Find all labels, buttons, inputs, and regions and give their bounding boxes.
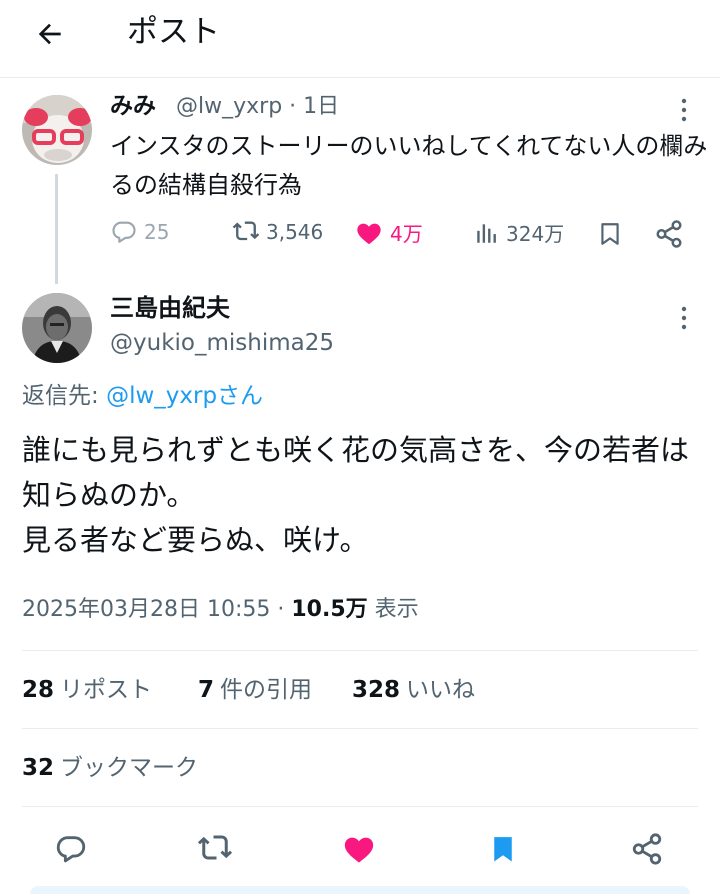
heart-filled-icon: [341, 832, 377, 866]
heart-filled-icon: [354, 219, 384, 247]
replying-to: 返信先: @lw_yxrpさん: [22, 378, 263, 414]
views-count: 10.5万: [291, 597, 368, 622]
more-options-button[interactable]: [674, 97, 694, 123]
share-icon: [630, 832, 664, 866]
tweet-text-line: 誰にも見られずとも咲く花の気高さを、今の若者は知らぬのか。: [22, 433, 690, 512]
avatar[interactable]: [22, 95, 92, 165]
bookmarks-count: 32: [22, 755, 55, 781]
replying-prefix: 返信先:: [22, 383, 107, 409]
tweet-meta: 2025年03月28日 10:55 · 10.5万 表示: [22, 592, 419, 628]
reply-composer-strip[interactable]: [30, 886, 690, 894]
likes-count: 328: [352, 677, 401, 703]
divider: [22, 806, 698, 807]
retweet-icon: [232, 218, 260, 246]
retweet-icon: [197, 831, 233, 867]
thread-line: [55, 174, 58, 284]
reply-icon: [110, 218, 138, 246]
likes-label: いいね: [406, 677, 476, 703]
bookmark-filled-icon: [488, 831, 518, 867]
tweet-text-line: 見る者など要らぬ、咲け。: [22, 523, 369, 557]
bar-chart-icon: [474, 220, 500, 246]
quotes-count: 7: [198, 677, 215, 703]
views-count: 324万: [506, 222, 565, 246]
bookmark-button[interactable]: [597, 219, 623, 249]
tweet-text: 誰にも見られずとも咲く花の気高さを、今の若者は知らぬのか。 見る者など要らぬ、咲…: [22, 428, 702, 563]
bookmark-icon: [597, 219, 623, 249]
more-vertical-icon: [674, 97, 694, 123]
replying-handle-link[interactable]: @lw_yxrpさん: [106, 383, 263, 409]
handle[interactable]: @yukio_mishima25: [110, 325, 334, 361]
reply-icon: [54, 832, 88, 866]
more-vertical-icon: [674, 305, 694, 331]
stat-likes[interactable]: 328 いいね: [352, 672, 475, 708]
views-label: 表示: [367, 597, 419, 622]
reply-button[interactable]: [49, 827, 93, 871]
retweets-count: 28: [22, 677, 55, 703]
header-divider: [0, 77, 720, 78]
share-button[interactable]: [654, 219, 684, 249]
more-options-button[interactable]: [674, 305, 694, 331]
share-icon: [654, 219, 684, 249]
like-button[interactable]: 4万: [354, 218, 423, 247]
quotes-label: 件の引用: [220, 677, 313, 703]
retweet-count: 3,546: [266, 220, 324, 244]
stat-quotes[interactable]: 7 件の引用: [198, 672, 312, 708]
views-button[interactable]: 324万: [474, 218, 564, 247]
arrow-left-icon: [34, 18, 66, 50]
bookmarks-label: ブックマーク: [60, 755, 199, 781]
back-button[interactable]: [24, 8, 76, 60]
retweet-button[interactable]: 3,546: [232, 218, 323, 246]
share-button[interactable]: [625, 827, 669, 871]
reply-count: 25: [144, 220, 170, 244]
divider: [22, 650, 698, 651]
divider: [22, 728, 698, 729]
bookmark-button[interactable]: [481, 827, 525, 871]
display-name[interactable]: みみ: [110, 88, 156, 124]
retweets-label: リポスト: [60, 677, 153, 703]
tweet-text: インスタのストーリーのいいねしてくれてない人の欄みるの結構自殺行為: [110, 132, 708, 199]
retweet-button[interactable]: [193, 827, 237, 871]
timestamp[interactable]: 2025年03月28日 10:55 ·: [22, 597, 291, 622]
stat-retweets[interactable]: 28 リポスト: [22, 672, 152, 708]
stat-bookmarks[interactable]: 32 ブックマーク: [22, 750, 198, 786]
avatar[interactable]: [22, 293, 92, 363]
display-name[interactable]: 三島由紀夫: [110, 290, 230, 326]
handle-time: @lw_yxrp · 1日: [176, 94, 340, 119]
reply-button[interactable]: 25: [110, 218, 169, 246]
like-count: 4万: [390, 222, 423, 246]
like-button[interactable]: [337, 827, 381, 871]
page-title: ポスト: [127, 14, 220, 50]
